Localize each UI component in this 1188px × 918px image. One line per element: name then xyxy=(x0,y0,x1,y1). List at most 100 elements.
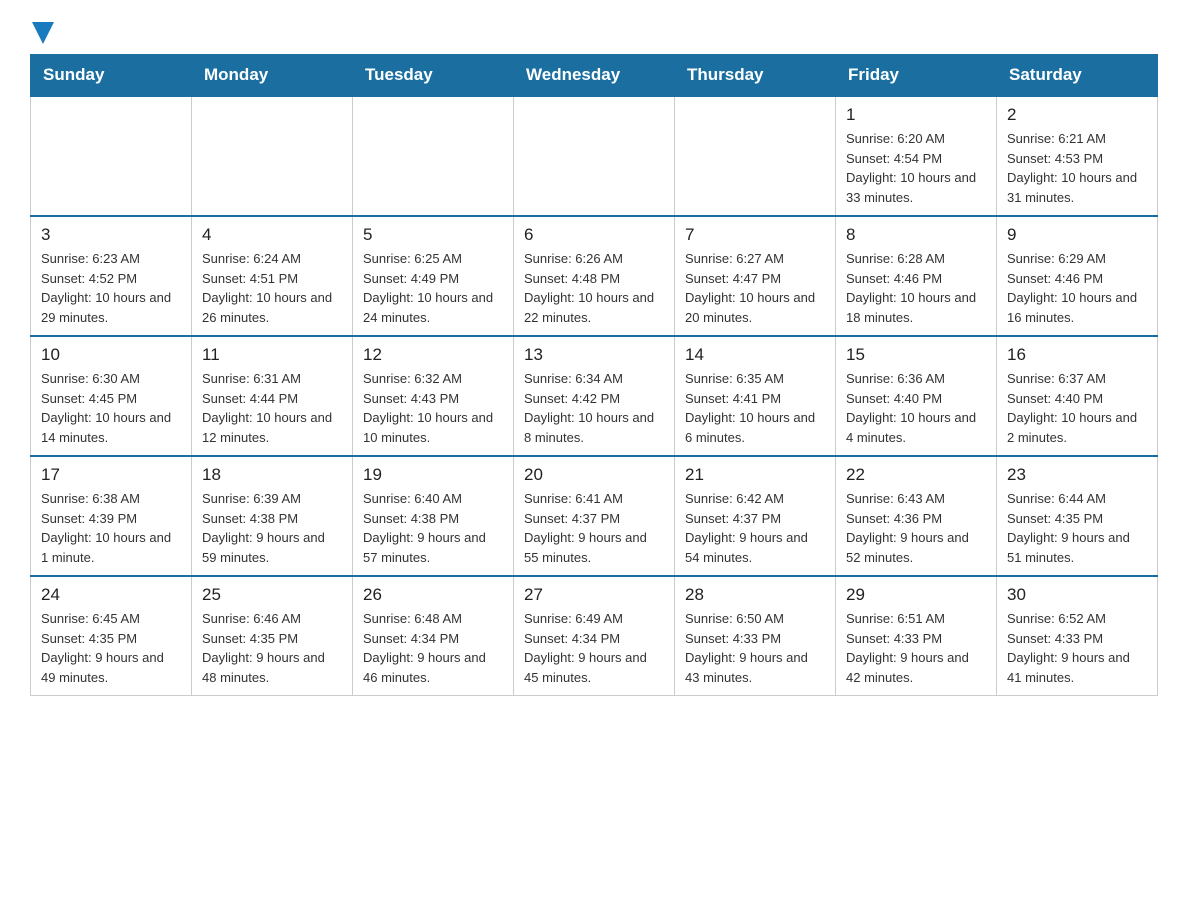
day-number: 6 xyxy=(524,225,664,245)
day-number: 23 xyxy=(1007,465,1147,485)
day-info: Sunrise: 6:34 AMSunset: 4:42 PMDaylight:… xyxy=(524,369,664,447)
calendar-day-cell: 16 Sunrise: 6:37 AMSunset: 4:40 PMDayligh… xyxy=(997,336,1158,456)
calendar-day-cell: 14Sunrise: 6:35 AMSunset: 4:41 PMDayligh… xyxy=(675,336,836,456)
day-info: Sunrise: 6:37 AMSunset: 4:40 PMDaylight:… xyxy=(1007,369,1147,447)
day-number: 22 xyxy=(846,465,986,485)
calendar-day-cell: 25 Sunrise: 6:46 AMSunset: 4:35 PMDayligh… xyxy=(192,576,353,696)
day-number: 8 xyxy=(846,225,986,245)
day-info: Sunrise: 6:39 AMSunset: 4:38 PMDaylight:… xyxy=(202,489,342,567)
calendar-week-row: 1 Sunrise: 6:20 AMSunset: 4:54 PMDaylight… xyxy=(31,96,1158,216)
day-info: Sunrise: 6:41 AMSunset: 4:37 PMDaylight:… xyxy=(524,489,664,567)
day-info: Sunrise: 6:48 AMSunset: 4:34 PMDaylight:… xyxy=(363,609,503,687)
day-number: 12 xyxy=(363,345,503,365)
calendar-day-cell: 17 Sunrise: 6:38 AMSunset: 4:39 PMDayligh… xyxy=(31,456,192,576)
day-number: 17 xyxy=(41,465,181,485)
day-number: 28 xyxy=(685,585,825,605)
calendar-day-cell: 20 Sunrise: 6:41 AMSunset: 4:37 PMDayligh… xyxy=(514,456,675,576)
day-info: Sunrise: 6:36 AMSunset: 4:40 PMDaylight:… xyxy=(846,369,986,447)
day-number: 25 xyxy=(202,585,342,605)
calendar-week-row: 24Sunrise: 6:45 AMSunset: 4:35 PMDayligh… xyxy=(31,576,1158,696)
calendar-day-cell xyxy=(675,96,836,216)
day-number: 7 xyxy=(685,225,825,245)
day-info: Sunrise: 6:25 AMSunset: 4:49 PMDaylight:… xyxy=(363,249,503,327)
day-number: 11 xyxy=(202,345,342,365)
day-number: 29 xyxy=(846,585,986,605)
day-number: 10 xyxy=(41,345,181,365)
page-header xyxy=(30,20,1158,44)
day-info: Sunrise: 6:21 AMSunset: 4:53 PMDaylight:… xyxy=(1007,129,1147,207)
day-number: 1 xyxy=(846,105,986,125)
calendar-day-cell: 6 Sunrise: 6:26 AMSunset: 4:48 PMDaylight… xyxy=(514,216,675,336)
day-info: Sunrise: 6:46 AMSunset: 4:35 PMDaylight:… xyxy=(202,609,342,687)
calendar-day-cell: 10Sunrise: 6:30 AMSunset: 4:45 PMDayligh… xyxy=(31,336,192,456)
day-info: Sunrise: 6:52 AMSunset: 4:33 PMDaylight:… xyxy=(1007,609,1147,687)
day-of-week-header: Wednesday xyxy=(514,55,675,97)
calendar-table: SundayMondayTuesdayWednesdayThursdayFrid… xyxy=(30,54,1158,696)
day-info: Sunrise: 6:35 AMSunset: 4:41 PMDaylight:… xyxy=(685,369,825,447)
day-info: Sunrise: 6:20 AMSunset: 4:54 PMDaylight:… xyxy=(846,129,986,207)
calendar-day-cell: 8 Sunrise: 6:28 AMSunset: 4:46 PMDaylight… xyxy=(836,216,997,336)
calendar-day-cell: 7 Sunrise: 6:27 AMSunset: 4:47 PMDaylight… xyxy=(675,216,836,336)
day-info: Sunrise: 6:43 AMSunset: 4:36 PMDaylight:… xyxy=(846,489,986,567)
calendar-day-cell: 1 Sunrise: 6:20 AMSunset: 4:54 PMDaylight… xyxy=(836,96,997,216)
calendar-week-row: 10Sunrise: 6:30 AMSunset: 4:45 PMDayligh… xyxy=(31,336,1158,456)
day-info: Sunrise: 6:24 AMSunset: 4:51 PMDaylight:… xyxy=(202,249,342,327)
calendar-day-cell: 23 Sunrise: 6:44 AMSunset: 4:35 PMDayligh… xyxy=(997,456,1158,576)
day-number: 13 xyxy=(524,345,664,365)
day-number: 21 xyxy=(685,465,825,485)
calendar-day-cell: 18Sunrise: 6:39 AMSunset: 4:38 PMDayligh… xyxy=(192,456,353,576)
calendar-day-cell: 4 Sunrise: 6:24 AMSunset: 4:51 PMDaylight… xyxy=(192,216,353,336)
day-info: Sunrise: 6:31 AMSunset: 4:44 PMDaylight:… xyxy=(202,369,342,447)
calendar-day-cell: 24Sunrise: 6:45 AMSunset: 4:35 PMDayligh… xyxy=(31,576,192,696)
day-info: Sunrise: 6:51 AMSunset: 4:33 PMDaylight:… xyxy=(846,609,986,687)
day-info: Sunrise: 6:49 AMSunset: 4:34 PMDaylight:… xyxy=(524,609,664,687)
calendar-day-cell: 2Sunrise: 6:21 AMSunset: 4:53 PMDaylight… xyxy=(997,96,1158,216)
day-of-week-header: Sunday xyxy=(31,55,192,97)
day-number: 3 xyxy=(41,225,181,245)
day-of-week-header: Monday xyxy=(192,55,353,97)
calendar-week-row: 3 Sunrise: 6:23 AMSunset: 4:52 PMDaylight… xyxy=(31,216,1158,336)
calendar-day-cell: 13 Sunrise: 6:34 AMSunset: 4:42 PMDayligh… xyxy=(514,336,675,456)
calendar-day-cell: 19 Sunrise: 6:40 AMSunset: 4:38 PMDayligh… xyxy=(353,456,514,576)
day-info: Sunrise: 6:42 AMSunset: 4:37 PMDaylight:… xyxy=(685,489,825,567)
day-info: Sunrise: 6:29 AMSunset: 4:46 PMDaylight:… xyxy=(1007,249,1147,327)
day-of-week-header: Tuesday xyxy=(353,55,514,97)
calendar-day-cell: 3 Sunrise: 6:23 AMSunset: 4:52 PMDaylight… xyxy=(31,216,192,336)
logo-triangle-icon xyxy=(32,22,54,44)
day-number: 5 xyxy=(363,225,503,245)
day-of-week-header: Saturday xyxy=(997,55,1158,97)
calendar-day-cell xyxy=(31,96,192,216)
calendar-day-cell: 12 Sunrise: 6:32 AMSunset: 4:43 PMDayligh… xyxy=(353,336,514,456)
day-info: Sunrise: 6:26 AMSunset: 4:48 PMDaylight:… xyxy=(524,249,664,327)
day-number: 16 xyxy=(1007,345,1147,365)
day-info: Sunrise: 6:50 AMSunset: 4:33 PMDaylight:… xyxy=(685,609,825,687)
day-number: 4 xyxy=(202,225,342,245)
day-number: 30 xyxy=(1007,585,1147,605)
day-number: 9 xyxy=(1007,225,1147,245)
calendar-day-cell: 11 Sunrise: 6:31 AMSunset: 4:44 PMDayligh… xyxy=(192,336,353,456)
day-number: 19 xyxy=(363,465,503,485)
logo xyxy=(30,20,54,44)
day-info: Sunrise: 6:28 AMSunset: 4:46 PMDaylight:… xyxy=(846,249,986,327)
calendar-day-cell: 29 Sunrise: 6:51 AMSunset: 4:33 PMDayligh… xyxy=(836,576,997,696)
day-info: Sunrise: 6:40 AMSunset: 4:38 PMDaylight:… xyxy=(363,489,503,567)
calendar-day-cell: 22 Sunrise: 6:43 AMSunset: 4:36 PMDayligh… xyxy=(836,456,997,576)
calendar-day-cell: 5 Sunrise: 6:25 AMSunset: 4:49 PMDaylight… xyxy=(353,216,514,336)
calendar-day-cell: 27Sunrise: 6:49 AMSunset: 4:34 PMDayligh… xyxy=(514,576,675,696)
day-info: Sunrise: 6:44 AMSunset: 4:35 PMDaylight:… xyxy=(1007,489,1147,567)
calendar-day-cell: 21 Sunrise: 6:42 AMSunset: 4:37 PMDayligh… xyxy=(675,456,836,576)
day-of-week-header: Friday xyxy=(836,55,997,97)
day-info: Sunrise: 6:23 AMSunset: 4:52 PMDaylight:… xyxy=(41,249,181,327)
day-info: Sunrise: 6:32 AMSunset: 4:43 PMDaylight:… xyxy=(363,369,503,447)
day-number: 26 xyxy=(363,585,503,605)
day-number: 24 xyxy=(41,585,181,605)
calendar-day-cell: 30 Sunrise: 6:52 AMSunset: 4:33 PMDayligh… xyxy=(997,576,1158,696)
day-number: 15 xyxy=(846,345,986,365)
calendar-day-cell: 26 Sunrise: 6:48 AMSunset: 4:34 PMDayligh… xyxy=(353,576,514,696)
day-number: 20 xyxy=(524,465,664,485)
calendar-day-cell xyxy=(353,96,514,216)
calendar-day-cell xyxy=(192,96,353,216)
day-info: Sunrise: 6:38 AMSunset: 4:39 PMDaylight:… xyxy=(41,489,181,567)
calendar-week-row: 17 Sunrise: 6:38 AMSunset: 4:39 PMDayligh… xyxy=(31,456,1158,576)
day-info: Sunrise: 6:27 AMSunset: 4:47 PMDaylight:… xyxy=(685,249,825,327)
